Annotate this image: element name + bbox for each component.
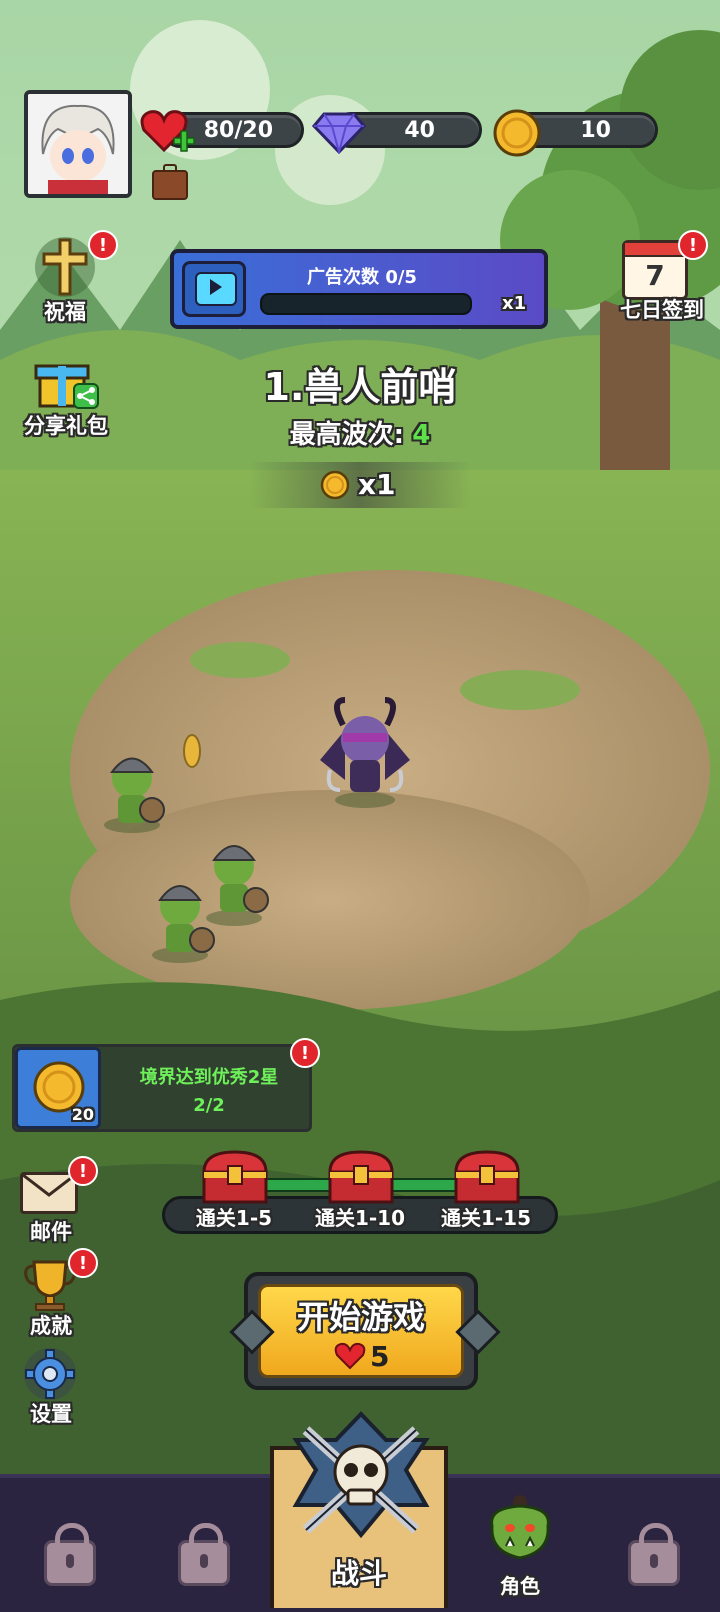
ad-count-label: 广告次数 0/5 <box>307 267 417 288</box>
stage-reward-amount: x1 <box>358 468 396 501</box>
quest-progress: 2/2 <box>193 1095 225 1116</box>
diamond-icon <box>312 112 366 154</box>
orc-head-icon <box>490 1495 550 1560</box>
best-wave-label: 最高波次: <box>289 420 405 450</box>
reward-coin-icon <box>320 470 350 500</box>
checkin-alert-badge: ! <box>678 230 708 260</box>
quest-alert-badge: ! <box>290 1038 320 1068</box>
gift-box-icon <box>34 364 99 409</box>
share-gift-label: 分享礼包 <box>24 414 108 438</box>
chest-1[interactable] <box>200 1148 270 1206</box>
play-video-icon <box>182 261 246 317</box>
mail-label: 邮件 <box>30 1220 72 1244</box>
settings-label: 设置 <box>30 1402 72 1426</box>
gear-icon <box>24 1348 76 1400</box>
best-wave-value: 4 <box>412 420 431 450</box>
achievement-label: 成就 <box>30 1314 72 1338</box>
hearts-value: 80/20 <box>203 117 273 143</box>
treasure-chest-icon <box>328 1150 394 1204</box>
stage-title: 1.兽人前哨 <box>263 365 457 409</box>
locked-tab-1-lock-icon[interactable] <box>44 1523 96 1586</box>
mail-alert-badge: ! <box>68 1156 98 1186</box>
briefcase-icon[interactable] <box>152 164 188 200</box>
heart-icon <box>334 1342 366 1370</box>
blessing-label: 祝福 <box>44 300 86 324</box>
ad-reward-panel[interactable]: 广告次数 0/5 x1 <box>170 249 548 329</box>
blessing-alert-badge: ! <box>88 230 118 260</box>
gold-coin-icon <box>493 109 541 157</box>
checkin-label: 七日签到 <box>620 298 704 322</box>
chest-2-label: 通关1-10 <box>314 1206 406 1230</box>
stage-reward-strip: x1 <box>250 462 470 508</box>
chest-3-label: 通关1-15 <box>440 1206 532 1230</box>
locked-tab-2-lock-icon[interactable] <box>178 1523 230 1586</box>
quest-card[interactable]: 20 境界达到优秀2星 2/2 <box>12 1044 312 1132</box>
calendar-day: 7 <box>645 259 665 292</box>
chest-2[interactable] <box>326 1148 396 1206</box>
start-cost: 5 <box>370 1340 390 1373</box>
battle-tab[interactable]: 战斗 <box>270 1411 448 1608</box>
settings-button[interactable]: 设置 <box>6 1344 96 1428</box>
player-avatar[interactable] <box>24 90 132 198</box>
gems-value: 40 <box>404 117 435 143</box>
quest-reward-slot: 20 <box>15 1047 101 1129</box>
avatar-portrait-icon <box>28 94 128 194</box>
best-wave-row: 最高波次: 4 <box>160 414 560 451</box>
share-gift-button[interactable]: 分享礼包 <box>6 350 126 440</box>
ad-progress-bar <box>260 293 472 315</box>
character-tab-label: 角色 <box>500 1574 540 1598</box>
start-game-label: 开始游戏 <box>296 1298 425 1336</box>
heart-plus-icon[interactable] <box>140 106 196 158</box>
chest-1-label: 通关1-5 <box>195 1206 273 1230</box>
achievement-alert-badge: ! <box>68 1248 98 1278</box>
quest-reward-amount: 20 <box>71 1105 94 1124</box>
skull-crossed-swords-icon <box>292 1411 430 1539</box>
quest-title: 境界达到优秀2星 <box>139 1067 279 1088</box>
holy-cross-icon <box>35 237 95 297</box>
treasure-chest-icon <box>454 1150 520 1204</box>
ad-multiplier: x1 <box>502 293 527 314</box>
battle-tab-label: 战斗 <box>330 1557 387 1590</box>
coins-value: 10 <box>580 117 611 143</box>
locked-tab-5-lock-icon[interactable] <box>628 1523 680 1586</box>
start-game-button[interactable]: 开始游戏 5 <box>244 1272 478 1390</box>
treasure-chest-icon <box>202 1150 268 1204</box>
character-tab[interactable]: 角色 <box>470 1492 570 1608</box>
chest-3[interactable] <box>452 1148 522 1206</box>
